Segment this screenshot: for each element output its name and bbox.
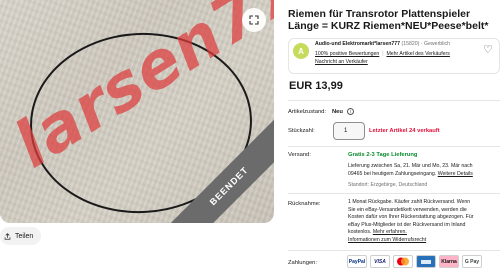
learn-more-link[interactable]: Mehr erfahren. bbox=[373, 229, 407, 235]
amex-mark bbox=[421, 259, 431, 264]
payment-methods: PayPal VISA Klarna G Pay bbox=[347, 255, 482, 268]
seller-links-row: 100% positive Bewertungen | Mehr Artikel… bbox=[315, 51, 450, 57]
quantity-input[interactable]: 1 bbox=[333, 122, 365, 140]
contact-seller-link[interactable]: Nachricht an Verkäufer bbox=[315, 59, 368, 65]
mastercard-icon bbox=[393, 255, 413, 268]
returns-policy: 1 Monat Rückgabe. Käufer zahlt Rückversa… bbox=[348, 199, 498, 245]
google-pay-icon: G Pay bbox=[462, 255, 482, 268]
share-icon bbox=[4, 232, 11, 240]
product-image[interactable]: larsen777 BEENDET bbox=[0, 0, 274, 223]
divider bbox=[288, 100, 500, 101]
heart-icon[interactable]: ♡ bbox=[483, 44, 495, 56]
shipping-payment-text: 09465 bei heutigem Zahlungseingang. bbox=[348, 171, 437, 177]
mastercard-circles bbox=[397, 257, 409, 266]
expand-icon bbox=[249, 15, 259, 25]
returns-line: Kosten dafür von Ihrer Rückerstattung ab… bbox=[348, 214, 474, 221]
klarna-icon: Klarna bbox=[439, 255, 459, 268]
seller-type: · Gewerblich bbox=[420, 41, 450, 47]
condition-value: Neu bbox=[332, 109, 343, 115]
divider bbox=[288, 250, 500, 251]
payments-label: Zahlungen: bbox=[288, 260, 318, 266]
shipping-location: Standort: Erzgebirge, Deutschland bbox=[348, 182, 428, 188]
price: EUR 13,99 bbox=[289, 80, 343, 92]
condition-label: Artikelzustand: bbox=[288, 109, 327, 115]
amex-icon bbox=[416, 255, 436, 268]
listing-title: Riemen für Transrotor Plattenspieler Län… bbox=[288, 8, 489, 32]
shipping-payment-line: 09465 bei heutigem Zahlungseingang. Weit… bbox=[348, 171, 473, 177]
withdrawal-info-link[interactable]: Informationen zum Widerrufsrecht bbox=[348, 237, 498, 245]
expand-image-button[interactable] bbox=[242, 8, 266, 32]
seller-header: Audio-und Elektromarkt*larsen777 (15820)… bbox=[315, 41, 450, 47]
quantity-label: Stückzahl: bbox=[288, 128, 315, 134]
info-icon[interactable]: i bbox=[347, 108, 354, 115]
returns-line: Sie ein eBay-Versandetikett verwenden, w… bbox=[348, 206, 467, 213]
seller-card: A Audio-und Elektromarkt*larsen777 (1582… bbox=[288, 38, 500, 74]
returns-free-text: kostenlos. bbox=[348, 229, 372, 236]
seller-avatar[interactable]: A bbox=[293, 43, 309, 59]
seller-feedback-count[interactable]: (15820) bbox=[402, 41, 420, 47]
seller-feedback-link[interactable]: 100% positive Bewertungen bbox=[315, 51, 379, 57]
share-button[interactable]: Teilen bbox=[0, 227, 42, 245]
returns-line: 1 Monat Rückgabe. Käufer zahlt Rückversa… bbox=[348, 199, 471, 205]
divider bbox=[288, 146, 500, 147]
seller-more-items-link[interactable]: Mehr Artikel des Verkäufers bbox=[386, 51, 449, 57]
shipping-delivery-line: Lieferung zwischen Sa, 21. Mär und Mo, 2… bbox=[348, 163, 473, 169]
returns-line: eBay Plus-Mitglieder ist der Rückversand… bbox=[348, 221, 466, 228]
seller-name[interactable]: Audio-und Elektromarkt*larsen777 bbox=[315, 41, 400, 47]
share-label: Teilen bbox=[15, 232, 34, 240]
paypal-icon: PayPal bbox=[347, 255, 367, 268]
shipping-free: Gratis 2-3 Tage Lieferung bbox=[348, 152, 418, 158]
divider bbox=[288, 193, 500, 194]
returns-label: Rücknahme: bbox=[288, 201, 321, 207]
shipping-details-link[interactable]: Weitere Details bbox=[438, 171, 473, 177]
seller-contact-row: Nachricht an Verkäufer bbox=[315, 59, 368, 65]
shipping-label: Versand: bbox=[288, 152, 311, 158]
returns-line: kostenlos. Mehr erfahren. bbox=[348, 229, 498, 237]
visa-icon: VISA bbox=[370, 255, 390, 268]
quantity-notice: Letzter Artikel 24 verkauft bbox=[369, 128, 440, 134]
